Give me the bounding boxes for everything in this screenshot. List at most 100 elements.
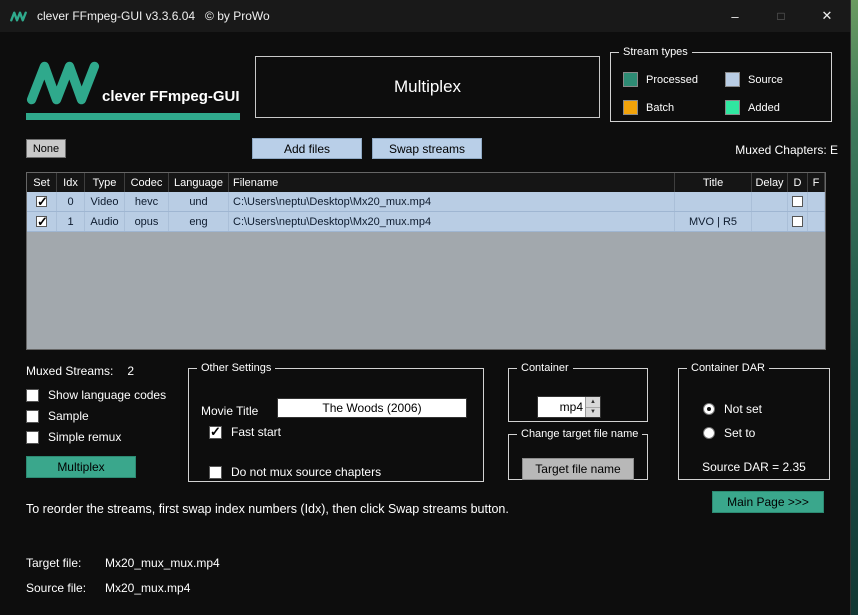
simple-remux-label: Simple remux bbox=[48, 430, 122, 444]
dar-not-set-label: Not set bbox=[724, 402, 763, 416]
column-header-idx[interactable]: Idx bbox=[57, 173, 85, 192]
f-cell bbox=[808, 192, 825, 211]
added-swatch bbox=[725, 100, 740, 115]
container-label: Container bbox=[521, 362, 569, 374]
source-file-value: Mx20_mux.mp4 bbox=[105, 581, 191, 595]
fast-start-checkbox[interactable] bbox=[209, 424, 222, 440]
no-source-chapters-checkbox[interactable] bbox=[209, 465, 222, 479]
batch-swatch bbox=[623, 100, 638, 115]
page-title-label: Multiplex bbox=[393, 77, 462, 96]
language-cell: und bbox=[169, 192, 229, 211]
column-header-title[interactable]: Title bbox=[675, 173, 752, 192]
column-header-set[interactable]: Set bbox=[27, 173, 57, 192]
legend-batch-label: Batch bbox=[646, 101, 675, 114]
column-header-delay[interactable]: Delay bbox=[752, 173, 788, 192]
container-input[interactable] bbox=[538, 397, 585, 417]
dar-set-to-option[interactable]: Set to bbox=[703, 426, 755, 440]
delay-cell bbox=[752, 212, 788, 231]
source-swatch bbox=[725, 72, 740, 87]
column-header-codec[interactable]: Codec bbox=[125, 173, 169, 192]
window-controls: – □ ✕ bbox=[712, 0, 850, 32]
filename-cell: C:\Users\neptu\Desktop\Mx20_mux.mp4 bbox=[229, 192, 675, 211]
filename-cell: C:\Users\neptu\Desktop\Mx20_mux.mp4 bbox=[229, 212, 675, 231]
add-files-button[interactable]: Add files bbox=[252, 138, 362, 159]
window-title: clever FFmpeg-GUI v3.3.6.04 © by ProWo bbox=[37, 9, 270, 23]
column-header-filename[interactable]: Filename bbox=[229, 173, 675, 192]
show-language-codes-checkbox[interactable] bbox=[26, 388, 39, 402]
muxed-chapters-status: Muxed Chapters: E bbox=[735, 143, 838, 157]
multiplex-button[interactable]: Multiplex bbox=[26, 456, 136, 478]
spinner-buttons: ▲ ▼ bbox=[585, 397, 600, 417]
processed-swatch bbox=[623, 72, 638, 87]
target-file-value: Mx20_mux_mux.mp4 bbox=[105, 556, 220, 570]
main-page-button[interactable]: Main Page >>> bbox=[712, 491, 824, 513]
spin-down-icon[interactable]: ▼ bbox=[586, 407, 600, 417]
stream-types-group: Stream types Processed Source Batch Adde… bbox=[610, 46, 832, 122]
show-language-codes-label: Show language codes bbox=[48, 388, 167, 402]
spin-up-icon[interactable]: ▲ bbox=[586, 397, 600, 408]
column-header-f[interactable]: F bbox=[808, 173, 825, 192]
table-header-row: Set Idx Type Codec Language Filename Tit… bbox=[27, 173, 825, 192]
no-source-chapters-option[interactable]: Do not mux source chapters bbox=[209, 465, 381, 479]
target-file-name-button[interactable]: Target file name bbox=[522, 458, 634, 480]
d-cell bbox=[788, 212, 808, 231]
minimize-icon[interactable]: – bbox=[712, 0, 758, 32]
type-cell: Audio bbox=[85, 212, 125, 231]
legend-batch: Batch bbox=[623, 100, 674, 115]
delay-cell bbox=[752, 192, 788, 211]
column-header-language[interactable]: Language bbox=[169, 173, 229, 192]
sample-checkbox[interactable] bbox=[26, 409, 39, 423]
no-source-chapters-label: Do not mux source chapters bbox=[231, 465, 382, 479]
source-file-row: Source file: Mx20_mux.mp4 bbox=[26, 581, 190, 595]
sample-option[interactable]: Sample bbox=[26, 409, 89, 423]
swap-streams-button[interactable]: Swap streams bbox=[372, 138, 482, 159]
table-row[interactable]: 0 Video hevc und C:\Users\neptu\Desktop\… bbox=[27, 192, 825, 212]
show-language-codes-option[interactable]: Show language codes bbox=[26, 388, 166, 402]
legend-processed-label: Processed bbox=[646, 73, 698, 86]
fast-start-label: Fast start bbox=[231, 425, 282, 439]
app-logo-text: clever FFmpeg-GUI bbox=[102, 88, 240, 105]
target-file-label: Target file: bbox=[26, 556, 82, 570]
movie-title-input[interactable] bbox=[277, 398, 467, 418]
set-checkbox[interactable] bbox=[36, 194, 48, 210]
change-target-name-group: Change target file name Target file name bbox=[508, 428, 648, 480]
other-settings-label: Other Settings bbox=[201, 362, 272, 374]
idx-cell: 1 bbox=[57, 212, 85, 231]
legend-processed: Processed bbox=[623, 72, 698, 87]
source-file-label: Source file: bbox=[26, 581, 87, 595]
d-checkbox[interactable] bbox=[792, 216, 803, 227]
codec-cell: opus bbox=[125, 212, 169, 231]
app-logo-icon bbox=[26, 56, 100, 110]
maximize-icon[interactable]: □ bbox=[758, 0, 804, 32]
simple-remux-option[interactable]: Simple remux bbox=[26, 430, 121, 444]
dar-set-to-label: Set to bbox=[724, 426, 756, 440]
close-icon[interactable]: ✕ bbox=[804, 0, 850, 32]
other-settings-group: Other Settings Movie Title Fast start Do… bbox=[188, 362, 484, 482]
column-header-type[interactable]: Type bbox=[85, 173, 125, 192]
type-cell: Video bbox=[85, 192, 125, 211]
legend-added-label: Added bbox=[748, 101, 780, 114]
target-file-row: Target file: Mx20_mux_mux.mp4 bbox=[26, 556, 220, 570]
table-row[interactable]: 1 Audio opus eng C:\Users\neptu\Desktop\… bbox=[27, 212, 825, 232]
muxed-streams-label: Muxed Streams: bbox=[26, 364, 114, 378]
container-dar-group: Container DAR Not set Set to Source DAR … bbox=[678, 362, 830, 480]
dar-not-set-radio[interactable] bbox=[703, 403, 715, 415]
d-checkbox[interactable] bbox=[792, 196, 803, 207]
none-button[interactable]: None bbox=[26, 139, 66, 158]
f-cell bbox=[808, 212, 825, 231]
set-checkbox[interactable] bbox=[36, 214, 48, 230]
set-cell bbox=[27, 212, 57, 231]
titlebar: clever FFmpeg-GUI v3.3.6.04 © by ProWo –… bbox=[0, 0, 850, 32]
change-target-name-label: Change target file name bbox=[521, 428, 639, 440]
dar-not-set-option[interactable]: Not set bbox=[703, 402, 762, 416]
fast-start-option[interactable]: Fast start bbox=[209, 424, 282, 440]
reorder-hint-text: To reorder the streams, first swap index… bbox=[26, 502, 509, 516]
simple-remux-checkbox[interactable] bbox=[26, 430, 39, 444]
column-header-d[interactable]: D bbox=[788, 173, 808, 192]
movie-title-label: Movie Title bbox=[201, 404, 259, 418]
container-dar-label: Container DAR bbox=[691, 362, 765, 374]
dar-set-to-radio[interactable] bbox=[703, 427, 715, 439]
muxed-streams-value: 2 bbox=[127, 364, 135, 378]
container-spinner: ▲ ▼ bbox=[537, 396, 601, 418]
stream-types-label: Stream types bbox=[623, 46, 688, 58]
